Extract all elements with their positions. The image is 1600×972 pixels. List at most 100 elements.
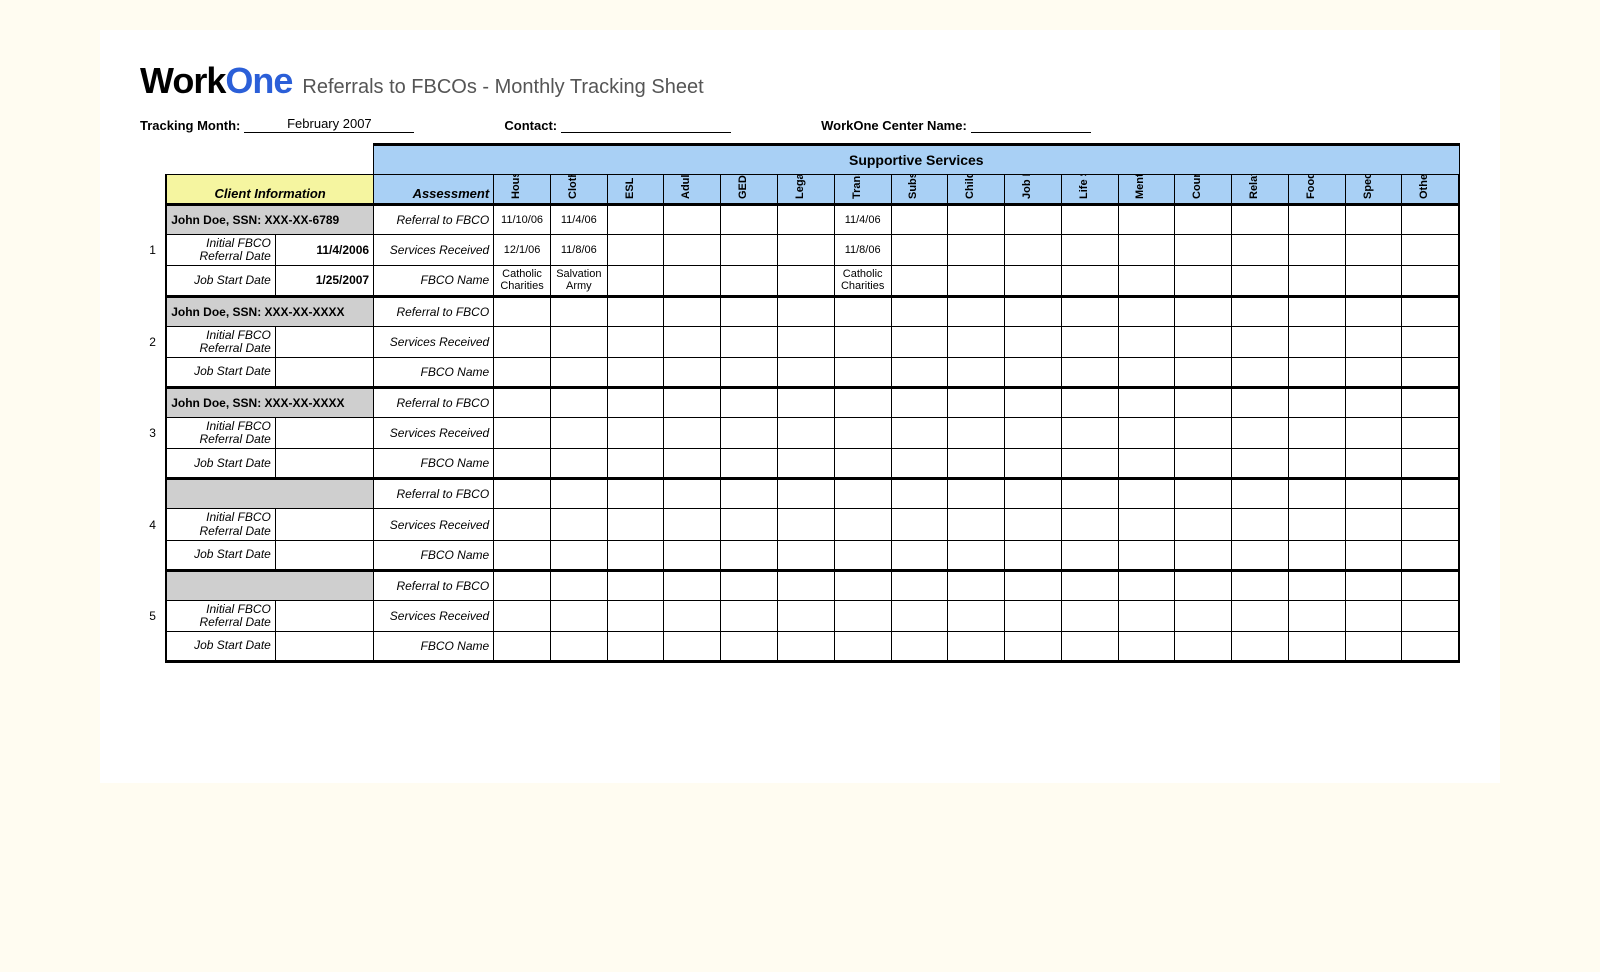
data-cell[interactable] (891, 600, 948, 631)
data-cell[interactable] (778, 600, 835, 631)
data-cell[interactable] (1175, 235, 1232, 266)
data-cell[interactable] (834, 387, 891, 417)
data-cell[interactable] (1118, 235, 1175, 266)
data-cell[interactable] (834, 509, 891, 540)
center-value[interactable] (971, 131, 1091, 133)
data-cell[interactable] (948, 540, 1005, 570)
data-cell[interactable] (1061, 387, 1118, 417)
data-cell[interactable] (778, 357, 835, 387)
data-cell[interactable] (948, 296, 1005, 326)
data-cell[interactable] (1345, 387, 1402, 417)
data-cell[interactable] (664, 387, 721, 417)
data-cell[interactable] (891, 326, 948, 357)
data-cell[interactable] (1288, 570, 1345, 600)
data-cell[interactable] (494, 570, 551, 600)
job-start-value[interactable]: 1/25/2007 (275, 266, 373, 296)
data-cell[interactable] (891, 266, 948, 296)
data-cell[interactable] (494, 632, 551, 662)
data-cell[interactable] (550, 417, 607, 448)
data-cell[interactable] (664, 326, 721, 357)
initial-referral-value[interactable]: 11/4/2006 (275, 235, 373, 266)
data-cell[interactable] (1175, 326, 1232, 357)
data-cell[interactable] (664, 266, 721, 296)
data-cell[interactable] (550, 387, 607, 417)
data-cell[interactable] (1005, 570, 1062, 600)
data-cell[interactable] (948, 600, 1005, 631)
data-cell[interactable] (1061, 357, 1118, 387)
data-cell[interactable] (891, 540, 948, 570)
data-cell[interactable] (1005, 600, 1062, 631)
data-cell[interactable] (778, 266, 835, 296)
data-cell[interactable] (721, 205, 778, 235)
data-cell[interactable] (1288, 266, 1345, 296)
data-cell[interactable] (1118, 417, 1175, 448)
data-cell[interactable] (1005, 357, 1062, 387)
data-cell[interactable] (778, 296, 835, 326)
data-cell[interactable] (1061, 417, 1118, 448)
data-cell[interactable] (1345, 540, 1402, 570)
data-cell[interactable] (1345, 600, 1402, 631)
data-cell[interactable] (948, 449, 1005, 479)
data-cell[interactable] (607, 479, 664, 509)
data-cell[interactable] (1061, 205, 1118, 235)
data-cell[interactable] (1118, 600, 1175, 631)
data-cell[interactable] (1005, 235, 1062, 266)
data-cell[interactable] (1061, 326, 1118, 357)
data-cell[interactable] (1061, 449, 1118, 479)
data-cell[interactable] (1232, 632, 1289, 662)
data-cell[interactable] (1345, 417, 1402, 448)
data-cell[interactable] (1232, 235, 1289, 266)
data-cell[interactable] (1345, 357, 1402, 387)
data-cell[interactable] (1005, 266, 1062, 296)
data-cell[interactable] (1232, 417, 1289, 448)
data-cell[interactable] (664, 509, 721, 540)
data-cell[interactable] (550, 540, 607, 570)
contact-value[interactable] (561, 131, 731, 133)
data-cell[interactable] (1061, 632, 1118, 662)
data-cell[interactable] (1345, 570, 1402, 600)
data-cell[interactable] (607, 509, 664, 540)
data-cell[interactable] (1288, 509, 1345, 540)
data-cell[interactable] (607, 266, 664, 296)
data-cell[interactable] (1232, 479, 1289, 509)
data-cell[interactable] (1345, 509, 1402, 540)
data-cell[interactable]: 11/8/06 (834, 235, 891, 266)
data-cell[interactable] (607, 387, 664, 417)
data-cell[interactable] (1061, 509, 1118, 540)
data-cell[interactable] (948, 632, 1005, 662)
data-cell[interactable] (1175, 570, 1232, 600)
data-cell[interactable] (664, 357, 721, 387)
data-cell[interactable] (1402, 357, 1459, 387)
data-cell[interactable] (607, 570, 664, 600)
data-cell[interactable] (891, 479, 948, 509)
data-cell[interactable] (607, 632, 664, 662)
data-cell[interactable] (1288, 417, 1345, 448)
data-cell[interactable] (1232, 266, 1289, 296)
data-cell[interactable] (1402, 205, 1459, 235)
data-cell[interactable] (664, 417, 721, 448)
data-cell[interactable] (1232, 600, 1289, 631)
data-cell[interactable] (891, 387, 948, 417)
data-cell[interactable] (834, 570, 891, 600)
data-cell[interactable]: 11/4/06 (834, 205, 891, 235)
data-cell[interactable] (1345, 266, 1402, 296)
data-cell[interactable] (494, 600, 551, 631)
client-name-cell[interactable]: John Doe, SSN: XXX-XX-XXXX (166, 387, 373, 417)
data-cell[interactable] (1288, 205, 1345, 235)
data-cell[interactable] (1402, 296, 1459, 326)
data-cell[interactable] (1118, 296, 1175, 326)
data-cell[interactable]: 11/8/06 (550, 235, 607, 266)
data-cell[interactable] (778, 326, 835, 357)
data-cell[interactable] (721, 479, 778, 509)
data-cell[interactable] (1175, 509, 1232, 540)
data-cell[interactable] (1402, 387, 1459, 417)
data-cell[interactable] (891, 205, 948, 235)
data-cell[interactable] (721, 326, 778, 357)
data-cell[interactable] (1061, 600, 1118, 631)
job-start-value[interactable] (275, 632, 373, 662)
data-cell[interactable] (1175, 600, 1232, 631)
client-name-cell[interactable]: John Doe, SSN: XXX-XX-XXXX (166, 296, 373, 326)
data-cell[interactable] (834, 540, 891, 570)
data-cell[interactable] (1005, 479, 1062, 509)
data-cell[interactable] (778, 449, 835, 479)
